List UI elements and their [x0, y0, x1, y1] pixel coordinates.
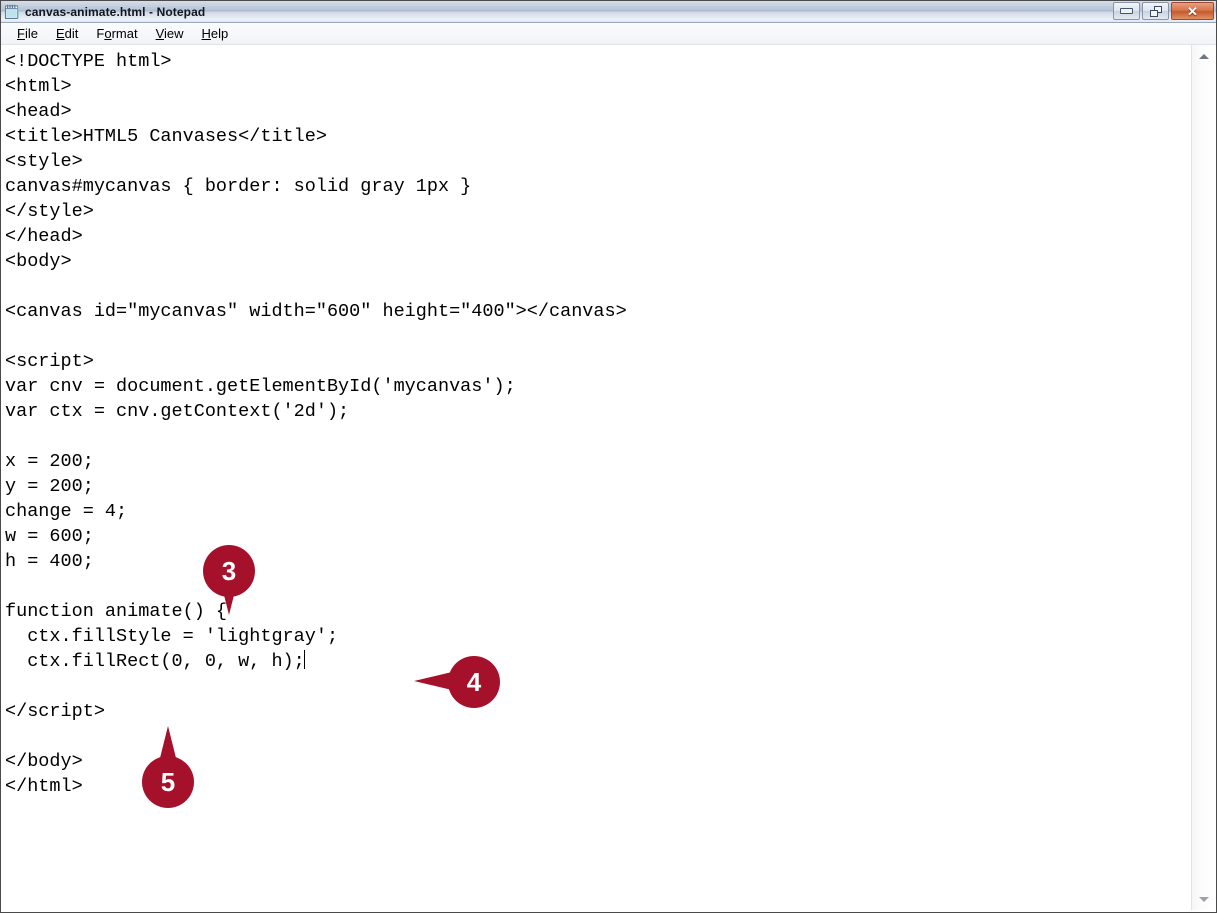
editor-area: <!DOCTYPE html> <html> <head> <title>HTM… — [1, 45, 1216, 910]
minimize-button[interactable] — [1113, 2, 1140, 20]
callout-number-4: 4 — [466, 667, 482, 697]
callout-marker-3: 3 — [203, 545, 255, 615]
code-after-caret: </scr — [5, 701, 61, 722]
scroll-down-button[interactable] — [1192, 890, 1216, 908]
callout-bubble-4: 4 — [448, 656, 500, 708]
text-editor[interactable]: <!DOCTYPE html> <html> <head> <title>HTM… — [1, 45, 1191, 910]
window-title: canvas-animate.html - Notepad — [25, 4, 206, 19]
scroll-up-arrow-icon — [1199, 53, 1209, 59]
callout-marker-4: 4 — [414, 656, 500, 708]
scroll-down-arrow-icon — [1199, 896, 1209, 902]
callout-number-5: 5 — [160, 767, 176, 797]
menu-item-view[interactable]: View — [147, 25, 193, 43]
notepad-icon — [4, 4, 20, 20]
scroll-up-button[interactable] — [1192, 47, 1216, 65]
menu-item-file[interactable]: File — [8, 25, 47, 43]
minimize-icon — [1120, 8, 1133, 14]
callout-tail-4 — [414, 672, 452, 690]
callout-bubble-5: 5 — [142, 756, 194, 808]
vertical-scrollbar[interactable] — [1191, 45, 1216, 910]
restore-button[interactable] — [1142, 2, 1169, 20]
menu-bar: File Edit Format View Help — [1, 23, 1216, 45]
callout-bubble-3: 3 — [203, 545, 255, 597]
close-icon: ✕ — [1187, 3, 1198, 19]
menu-item-format[interactable]: Format — [87, 25, 146, 43]
menu-item-help[interactable]: Help — [193, 25, 238, 43]
menu-item-edit[interactable]: Edit — [47, 25, 87, 43]
text-caret — [303, 650, 305, 669]
callout-number-3: 3 — [221, 556, 237, 586]
notepad-window: canvas-animate.html - Notepad ✕ File Edi… — [0, 0, 1217, 913]
code-before-caret: <!DOCTYPE html> <html> <head> <title>HTM… — [5, 51, 627, 672]
code-content: <!DOCTYPE html> <html> <head> <title>HTM… — [5, 49, 1191, 799]
close-button[interactable]: ✕ — [1171, 2, 1214, 20]
window-controls: ✕ — [1113, 2, 1214, 20]
title-bar[interactable]: canvas-animate.html - Notepad ✕ — [1, 1, 1216, 23]
restore-icon — [1149, 5, 1162, 17]
callout-marker-5: 5 — [142, 726, 194, 808]
